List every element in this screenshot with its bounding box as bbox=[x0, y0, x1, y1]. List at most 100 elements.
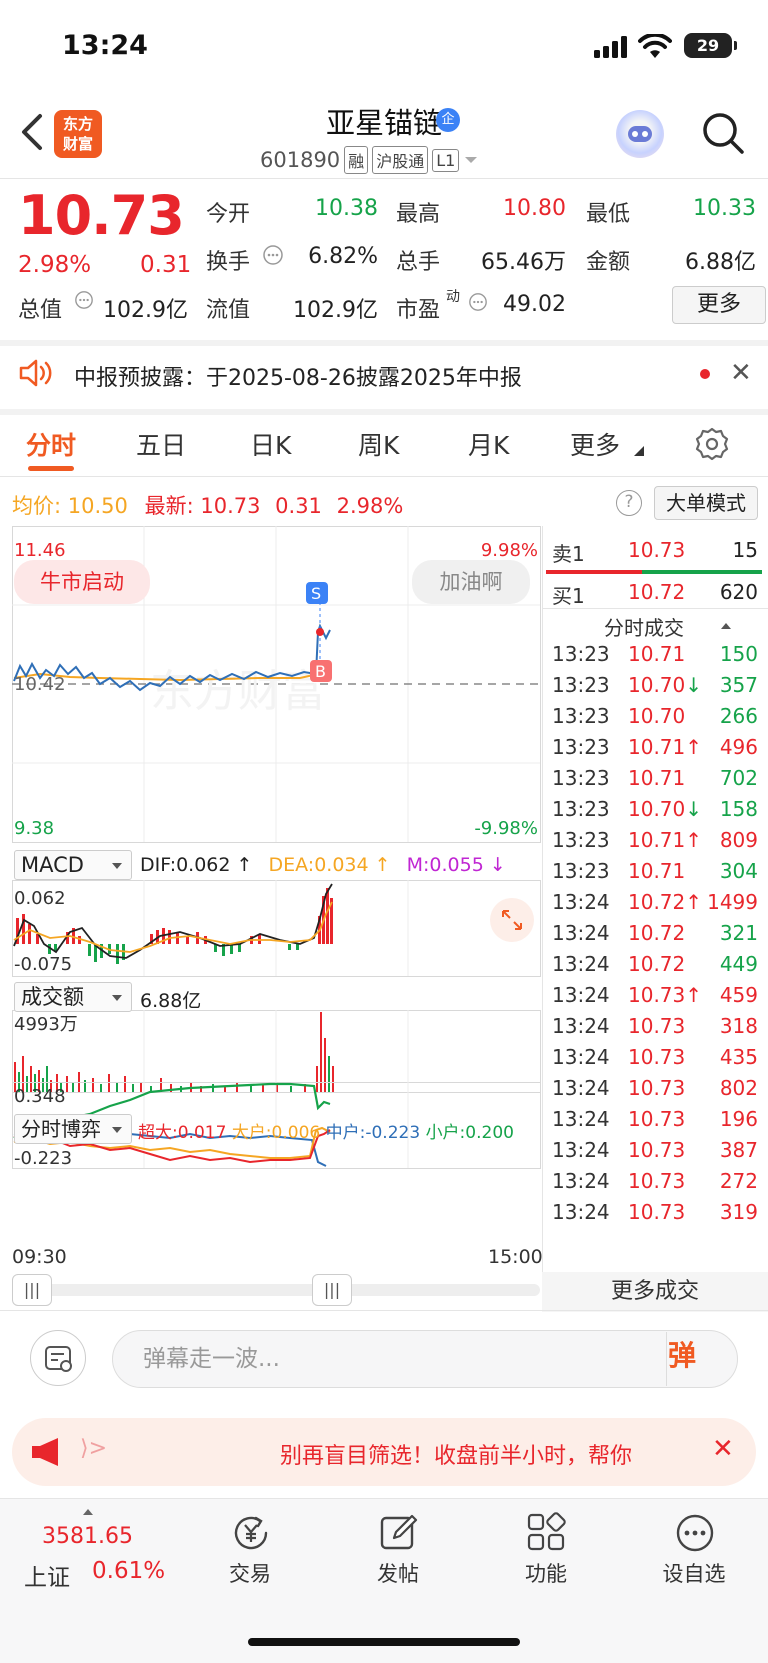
stock-code: 601890 bbox=[260, 148, 341, 172]
index-value[interactable]: 3581.65 bbox=[42, 1524, 133, 1549]
promo-close-icon[interactable]: ✕ bbox=[712, 1434, 734, 1464]
bull-market-pill[interactable]: 牛市启动 bbox=[14, 560, 150, 604]
help-icon[interactable]: ? bbox=[616, 490, 642, 516]
tab-intraday[interactable]: 分时 bbox=[26, 426, 76, 462]
cheer-pill[interactable]: 加油啊 bbox=[412, 560, 530, 604]
trade-volume: 304 bbox=[719, 859, 758, 883]
range-slider-left-handle[interactable]: ||| bbox=[12, 1274, 52, 1306]
nav-trade[interactable]: 交易 bbox=[200, 1558, 300, 1588]
trade-row: 13:23 10.70↓ 357 bbox=[552, 673, 758, 697]
sell1-price: 10.73 bbox=[628, 538, 686, 562]
trade-time: 13:24 bbox=[552, 1076, 610, 1100]
search-icon[interactable] bbox=[700, 110, 746, 156]
tab-five-day[interactable]: 五日 bbox=[136, 426, 186, 462]
trade-volume: 321 bbox=[719, 921, 758, 945]
post-edit-icon[interactable] bbox=[378, 1512, 420, 1554]
more-quote-button[interactable]: 更多 bbox=[672, 286, 766, 324]
connect-tag: 沪股通 bbox=[372, 146, 429, 174]
function-grid-icon[interactable] bbox=[526, 1512, 566, 1552]
tab-more[interactable]: 更多 bbox=[570, 426, 620, 462]
trade-price: 10.71 bbox=[628, 642, 704, 666]
big-order-mode-button[interactable]: 大单模式 bbox=[654, 486, 758, 520]
avg-value: 10.50 bbox=[67, 494, 128, 518]
y-axis-bottom: 9.38 bbox=[14, 818, 54, 839]
trade-price-value: 10.72 bbox=[628, 921, 686, 945]
game-selector[interactable]: 分时博弈 bbox=[14, 1114, 132, 1144]
intraday-chart-area[interactable]: 东方财富 S B 11.46 10.42 9.38 9.98% -9.98% 0… bbox=[0, 526, 544, 1266]
caret-down-icon bbox=[112, 1127, 122, 1133]
trade-time: 13:23 bbox=[552, 642, 610, 666]
open-label: 今开 bbox=[206, 202, 251, 227]
settings-gear-icon[interactable] bbox=[694, 426, 730, 462]
battery-indicator: 29 bbox=[684, 33, 737, 58]
divider bbox=[542, 608, 768, 609]
trade-direction-arrow: ↑ bbox=[685, 735, 703, 759]
notice-close-icon[interactable]: ✕ bbox=[730, 358, 752, 388]
nav-function[interactable]: 功能 bbox=[496, 1558, 596, 1588]
trade-row: 13:24 10.73 319 bbox=[552, 1200, 758, 1224]
cellular-signal-icon bbox=[594, 36, 627, 58]
trade-price-value: 10.72 bbox=[628, 890, 686, 914]
margin-tag: 融 bbox=[344, 146, 369, 174]
y-axis-top: 11.46 bbox=[14, 540, 66, 561]
trade-time: 13:23 bbox=[552, 673, 610, 697]
danmaku-send-button[interactable]: 弹 bbox=[668, 1334, 696, 1374]
trade-volume: 196 bbox=[719, 1107, 758, 1131]
trade-price: 10.70 bbox=[628, 704, 704, 728]
macd-selector[interactable]: MACD bbox=[14, 850, 132, 880]
trade-price: 10.73 bbox=[628, 1076, 704, 1100]
index-name[interactable]: 上证 bbox=[24, 1558, 70, 1592]
nav-watchlist[interactable]: 设自选 bbox=[644, 1558, 744, 1588]
range-slider-track[interactable] bbox=[12, 1284, 540, 1296]
tab-daily-k[interactable]: 日K bbox=[250, 426, 291, 462]
game-big: 大户:0.006 bbox=[231, 1123, 321, 1143]
trades-title[interactable]: 分时成交 bbox=[604, 612, 684, 641]
open-value: 10.38 bbox=[315, 196, 378, 221]
home-indicator bbox=[248, 1638, 520, 1646]
trade-yen-icon[interactable] bbox=[230, 1512, 272, 1554]
trade-volume: 702 bbox=[719, 766, 758, 790]
more-info-icon[interactable] bbox=[74, 290, 94, 310]
buy1-label: 买1 bbox=[552, 584, 585, 608]
trade-price-value: 10.73 bbox=[628, 983, 686, 1007]
trade-time: 13:24 bbox=[552, 1014, 610, 1038]
range-slider-right-handle[interactable]: ||| bbox=[312, 1274, 352, 1306]
notice-text[interactable]: 中报预披露：于2025-08-26披露2025年中报 bbox=[74, 360, 522, 392]
trade-direction-arrow: ↑ bbox=[685, 983, 703, 1007]
section-gap bbox=[0, 409, 768, 415]
promo-text[interactable]: 别再盲目筛选！收盘前半小时，帮你 bbox=[280, 1438, 700, 1470]
more-info-icon[interactable] bbox=[262, 244, 284, 266]
watchlist-more-icon[interactable] bbox=[674, 1512, 716, 1554]
sell-ratio-bar bbox=[546, 570, 642, 574]
tab-monthly-k[interactable]: 月K bbox=[468, 426, 509, 462]
trade-time: 13:23 bbox=[552, 735, 610, 759]
trade-time: 13:24 bbox=[552, 952, 610, 976]
active-tab-indicator bbox=[28, 466, 74, 471]
promo-chevron-icon: ⟩> bbox=[80, 1436, 108, 1461]
trade-time: 13:23 bbox=[552, 766, 610, 790]
divider bbox=[666, 1332, 667, 1386]
trade-price-value: 10.70 bbox=[628, 704, 686, 728]
stock-code-row[interactable]: 601890 融 沪股通 L1 bbox=[260, 146, 479, 174]
caret-up-icon bbox=[721, 623, 731, 629]
more-info-icon[interactable] bbox=[468, 292, 488, 312]
nav-post[interactable]: 发帖 bbox=[348, 1558, 448, 1588]
volume-selector[interactable]: 成交额 bbox=[14, 982, 132, 1012]
wifi-icon bbox=[638, 34, 672, 58]
volume-value: 65.46万 bbox=[481, 250, 566, 275]
tab-weekly-k[interactable]: 周K bbox=[358, 426, 399, 462]
turnover-label: 换手 bbox=[206, 250, 251, 275]
more-trades-button[interactable]: 更多成交 bbox=[542, 1272, 768, 1312]
status-time: 13:24 bbox=[62, 30, 148, 61]
danmaku-input[interactable]: 弹幕走一波... bbox=[112, 1330, 738, 1388]
trade-price-value: 10.73 bbox=[628, 1138, 686, 1162]
low-value: 10.33 bbox=[693, 196, 756, 221]
danmaku-settings-icon bbox=[45, 1346, 72, 1372]
macd-dea: DEA:0.034 ↑ bbox=[268, 854, 391, 876]
trade-price-value: 10.73 bbox=[628, 1169, 686, 1193]
trade-price-value: 10.71 bbox=[628, 642, 686, 666]
macd-axis-top: 0.062 bbox=[14, 888, 66, 909]
robot-assistant-avatar[interactable] bbox=[616, 110, 664, 158]
danmaku-settings-button[interactable] bbox=[30, 1330, 86, 1386]
index-pct[interactable]: 0.61% bbox=[92, 1558, 165, 1584]
